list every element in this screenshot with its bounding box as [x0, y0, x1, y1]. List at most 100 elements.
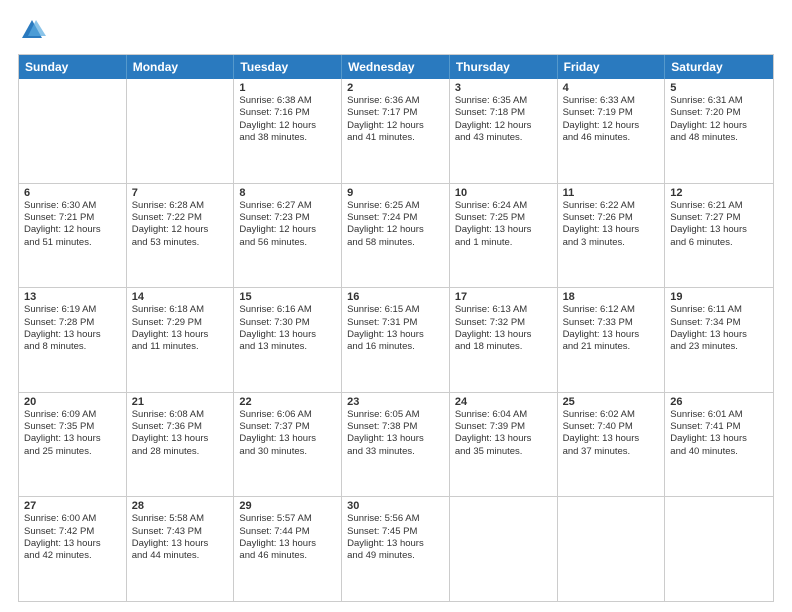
cell-line: Sunset: 7:42 PM	[24, 526, 121, 538]
cell-line: Sunrise: 6:19 AM	[24, 304, 121, 316]
cell-line: Daylight: 13 hours	[24, 538, 121, 550]
calendar-body: 1Sunrise: 6:38 AMSunset: 7:16 PMDaylight…	[19, 79, 773, 601]
cell-line: Sunrise: 6:31 AM	[670, 95, 768, 107]
cell-line: Daylight: 12 hours	[455, 120, 552, 132]
day-cell-24: 24Sunrise: 6:04 AMSunset: 7:39 PMDayligh…	[450, 393, 558, 497]
cell-line: Daylight: 13 hours	[347, 329, 444, 341]
cell-line: and 28 minutes.	[132, 446, 229, 458]
cell-line: Daylight: 13 hours	[132, 538, 229, 550]
cell-line: and 42 minutes.	[24, 550, 121, 562]
cell-line: Daylight: 12 hours	[132, 224, 229, 236]
cell-line: Sunset: 7:22 PM	[132, 212, 229, 224]
empty-cell	[127, 79, 235, 183]
cell-line: Daylight: 13 hours	[347, 538, 444, 550]
cell-line: and 33 minutes.	[347, 446, 444, 458]
day-cell-18: 18Sunrise: 6:12 AMSunset: 7:33 PMDayligh…	[558, 288, 666, 392]
day-number: 13	[24, 291, 121, 303]
cell-line: Daylight: 13 hours	[239, 538, 336, 550]
cell-line: Sunset: 7:26 PM	[563, 212, 660, 224]
cell-line: Sunrise: 6:35 AM	[455, 95, 552, 107]
cell-line: Sunset: 7:21 PM	[24, 212, 121, 224]
cell-line: Daylight: 13 hours	[455, 224, 552, 236]
cell-line: Daylight: 13 hours	[24, 329, 121, 341]
day-number: 11	[563, 187, 660, 199]
day-number: 1	[239, 82, 336, 94]
day-cell-22: 22Sunrise: 6:06 AMSunset: 7:37 PMDayligh…	[234, 393, 342, 497]
col-header-tuesday: Tuesday	[234, 55, 342, 79]
day-number: 17	[455, 291, 552, 303]
day-cell-14: 14Sunrise: 6:18 AMSunset: 7:29 PMDayligh…	[127, 288, 235, 392]
col-header-wednesday: Wednesday	[342, 55, 450, 79]
empty-cell	[450, 497, 558, 601]
col-header-monday: Monday	[127, 55, 235, 79]
cell-line: and 38 minutes.	[239, 132, 336, 144]
cell-line: Sunrise: 6:08 AM	[132, 409, 229, 421]
empty-cell	[19, 79, 127, 183]
empty-cell	[665, 497, 773, 601]
cell-line: and 16 minutes.	[347, 341, 444, 353]
cell-line: and 23 minutes.	[670, 341, 768, 353]
day-cell-26: 26Sunrise: 6:01 AMSunset: 7:41 PMDayligh…	[665, 393, 773, 497]
cell-line: and 21 minutes.	[563, 341, 660, 353]
cell-line: Sunrise: 6:15 AM	[347, 304, 444, 316]
day-cell-4: 4Sunrise: 6:33 AMSunset: 7:19 PMDaylight…	[558, 79, 666, 183]
cell-line: Sunset: 7:33 PM	[563, 317, 660, 329]
day-number: 8	[239, 187, 336, 199]
cell-line: Sunset: 7:23 PM	[239, 212, 336, 224]
cell-line: Sunrise: 6:33 AM	[563, 95, 660, 107]
cell-line: Sunrise: 6:06 AM	[239, 409, 336, 421]
cell-line: and 3 minutes.	[563, 237, 660, 249]
cell-line: Daylight: 13 hours	[347, 433, 444, 445]
day-number: 19	[670, 291, 768, 303]
cell-line: Sunset: 7:39 PM	[455, 421, 552, 433]
day-number: 16	[347, 291, 444, 303]
week-row-0: 1Sunrise: 6:38 AMSunset: 7:16 PMDaylight…	[19, 79, 773, 183]
cell-line: Sunset: 7:35 PM	[24, 421, 121, 433]
cell-line: Sunrise: 6:13 AM	[455, 304, 552, 316]
col-header-saturday: Saturday	[665, 55, 773, 79]
cell-line: Sunset: 7:45 PM	[347, 526, 444, 538]
cell-line: and 8 minutes.	[24, 341, 121, 353]
day-number: 5	[670, 82, 768, 94]
cell-line: Sunset: 7:38 PM	[347, 421, 444, 433]
day-cell-5: 5Sunrise: 6:31 AMSunset: 7:20 PMDaylight…	[665, 79, 773, 183]
day-cell-3: 3Sunrise: 6:35 AMSunset: 7:18 PMDaylight…	[450, 79, 558, 183]
logo	[18, 16, 50, 44]
cell-line: Sunset: 7:25 PM	[455, 212, 552, 224]
day-number: 21	[132, 396, 229, 408]
cell-line: Daylight: 13 hours	[563, 433, 660, 445]
day-number: 15	[239, 291, 336, 303]
page: SundayMondayTuesdayWednesdayThursdayFrid…	[0, 0, 792, 612]
cell-line: and 53 minutes.	[132, 237, 229, 249]
cell-line: Sunset: 7:16 PM	[239, 107, 336, 119]
day-number: 9	[347, 187, 444, 199]
cell-line: and 56 minutes.	[239, 237, 336, 249]
cell-line: Sunrise: 5:58 AM	[132, 513, 229, 525]
day-cell-25: 25Sunrise: 6:02 AMSunset: 7:40 PMDayligh…	[558, 393, 666, 497]
day-cell-15: 15Sunrise: 6:16 AMSunset: 7:30 PMDayligh…	[234, 288, 342, 392]
day-number: 3	[455, 82, 552, 94]
day-cell-29: 29Sunrise: 5:57 AMSunset: 7:44 PMDayligh…	[234, 497, 342, 601]
day-number: 2	[347, 82, 444, 94]
cell-line: Daylight: 13 hours	[132, 433, 229, 445]
day-number: 7	[132, 187, 229, 199]
cell-line: Daylight: 13 hours	[455, 329, 552, 341]
day-cell-28: 28Sunrise: 5:58 AMSunset: 7:43 PMDayligh…	[127, 497, 235, 601]
day-cell-12: 12Sunrise: 6:21 AMSunset: 7:27 PMDayligh…	[665, 184, 773, 288]
day-cell-27: 27Sunrise: 6:00 AMSunset: 7:42 PMDayligh…	[19, 497, 127, 601]
cell-line: Sunrise: 6:18 AM	[132, 304, 229, 316]
day-number: 26	[670, 396, 768, 408]
day-number: 25	[563, 396, 660, 408]
col-header-thursday: Thursday	[450, 55, 558, 79]
cell-line: and 43 minutes.	[455, 132, 552, 144]
day-number: 12	[670, 187, 768, 199]
day-number: 20	[24, 396, 121, 408]
cell-line: Sunset: 7:24 PM	[347, 212, 444, 224]
cell-line: Sunset: 7:37 PM	[239, 421, 336, 433]
cell-line: Sunset: 7:20 PM	[670, 107, 768, 119]
cell-line: and 44 minutes.	[132, 550, 229, 562]
cell-line: Daylight: 12 hours	[239, 120, 336, 132]
cell-line: Sunrise: 6:28 AM	[132, 200, 229, 212]
day-cell-11: 11Sunrise: 6:22 AMSunset: 7:26 PMDayligh…	[558, 184, 666, 288]
day-number: 27	[24, 500, 121, 512]
